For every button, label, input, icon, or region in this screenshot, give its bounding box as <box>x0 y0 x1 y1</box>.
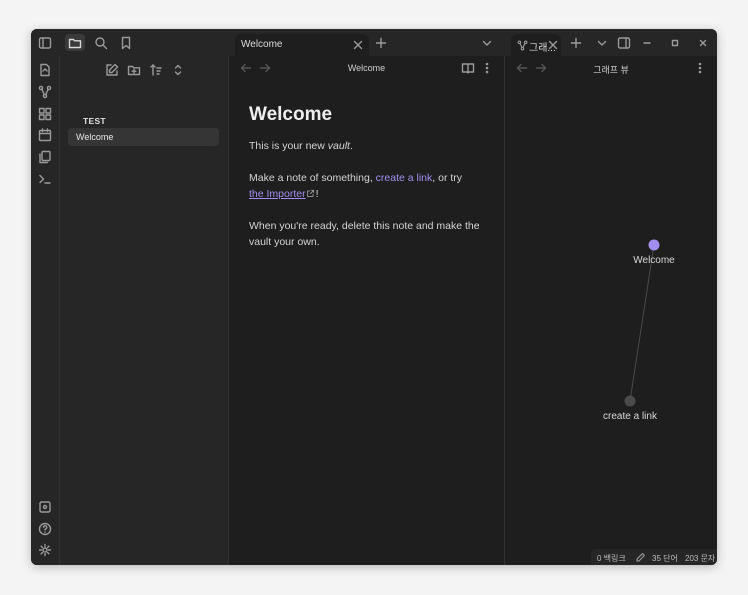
files-tab-icon[interactable] <box>65 34 85 51</box>
external-link-icon <box>306 189 316 199</box>
open-quick-switcher-icon[interactable] <box>37 62 53 78</box>
templates-icon[interactable] <box>37 149 53 165</box>
ribbon <box>31 56 60 565</box>
reading-view-icon[interactable] <box>461 61 475 75</box>
word-count: 35 단어 <box>652 554 678 563</box>
graph-icon <box>516 38 528 52</box>
text: ! <box>315 188 319 200</box>
close-tab-icon[interactable] <box>546 38 560 52</box>
editor-pane: Welcome Welcome This is your new vault. … <box>229 56 505 565</box>
status-bar: 0 백링크 35 단어 203 문자 <box>591 549 717 565</box>
minimize-icon[interactable] <box>637 34 657 51</box>
text: This is your new <box>249 140 328 152</box>
graph-node-label: Welcome <box>633 255 675 266</box>
char-count: 203 문자 <box>685 554 716 563</box>
internal-link[interactable]: create a link <box>376 172 433 184</box>
tab-welcome[interactable]: Welcome <box>235 34 369 57</box>
backlinks-count[interactable]: 0 백링크 <box>597 553 626 564</box>
tab-label: Welcome <box>241 39 283 50</box>
chevron-down-icon[interactable] <box>477 34 497 51</box>
bookmark-icon[interactable] <box>116 34 136 51</box>
settings-gear-icon[interactable] <box>37 542 53 558</box>
view-header: Welcome <box>229 56 504 80</box>
vault-name[interactable]: TEST <box>83 116 106 126</box>
file-item-welcome[interactable]: Welcome <box>68 128 219 146</box>
collapse-all-icon[interactable] <box>170 62 186 78</box>
vault-switch-icon[interactable] <box>37 499 53 515</box>
emphasis-text: vault <box>327 140 350 152</box>
paragraph-2: Make a note of something, create a link,… <box>249 170 484 202</box>
new-folder-icon[interactable] <box>126 62 142 78</box>
terminal-icon[interactable] <box>37 171 53 187</box>
text: . <box>349 140 353 152</box>
sort-icon[interactable] <box>148 62 164 78</box>
paragraph-1: This is your new vault. <box>249 138 484 154</box>
new-note-icon[interactable] <box>104 62 120 78</box>
file-item-label: Welcome <box>76 132 114 142</box>
right-sidebar-toggle-icon[interactable] <box>614 34 634 51</box>
graph-edge <box>629 244 655 402</box>
graph-canvas[interactable] <box>505 56 717 565</box>
maximize-icon[interactable] <box>665 34 685 51</box>
search-icon[interactable] <box>91 34 111 51</box>
close-window-icon[interactable] <box>693 34 713 51</box>
paragraph-3: When you're ready, delete this note and … <box>249 220 480 248</box>
tab-graph-view[interactable]: 그래... <box>511 34 561 57</box>
close-tab-icon[interactable] <box>351 38 365 52</box>
chevron-down-icon[interactable] <box>592 34 612 51</box>
graph-node-create-a-link[interactable] <box>624 395 636 407</box>
text: , or try <box>432 172 463 184</box>
calendar-icon[interactable] <box>37 127 53 143</box>
edit-mode-pencil-icon[interactable] <box>634 551 646 563</box>
text: Make a note of something, <box>249 172 376 184</box>
graph-view-pane: 그래프 뷰 Welcome create a link 0 백링크 35 단어 … <box>505 56 717 565</box>
note-heading: Welcome <box>249 104 333 125</box>
file-explorer: TEST Welcome <box>60 56 229 565</box>
new-tab-icon[interactable] <box>371 34 391 51</box>
graph-node-welcome[interactable] <box>648 239 660 251</box>
more-options-icon[interactable] <box>480 61 494 75</box>
external-link[interactable]: the Importer <box>249 188 306 200</box>
title-bar: Welcome 그래... <box>31 29 717 57</box>
graph-node-label: create a link <box>603 411 657 422</box>
help-icon[interactable] <box>37 521 53 537</box>
graph-view-icon[interactable] <box>37 84 53 100</box>
sidebar-toggle-icon[interactable] <box>35 34 55 51</box>
app-window: Welcome 그래... TEST Welcome Welcome Welco… <box>31 29 717 565</box>
note-content[interactable]: Welcome This is your new vault. Make a n… <box>249 104 484 266</box>
canvas-icon[interactable] <box>37 106 53 122</box>
new-tab-icon[interactable] <box>566 34 586 51</box>
